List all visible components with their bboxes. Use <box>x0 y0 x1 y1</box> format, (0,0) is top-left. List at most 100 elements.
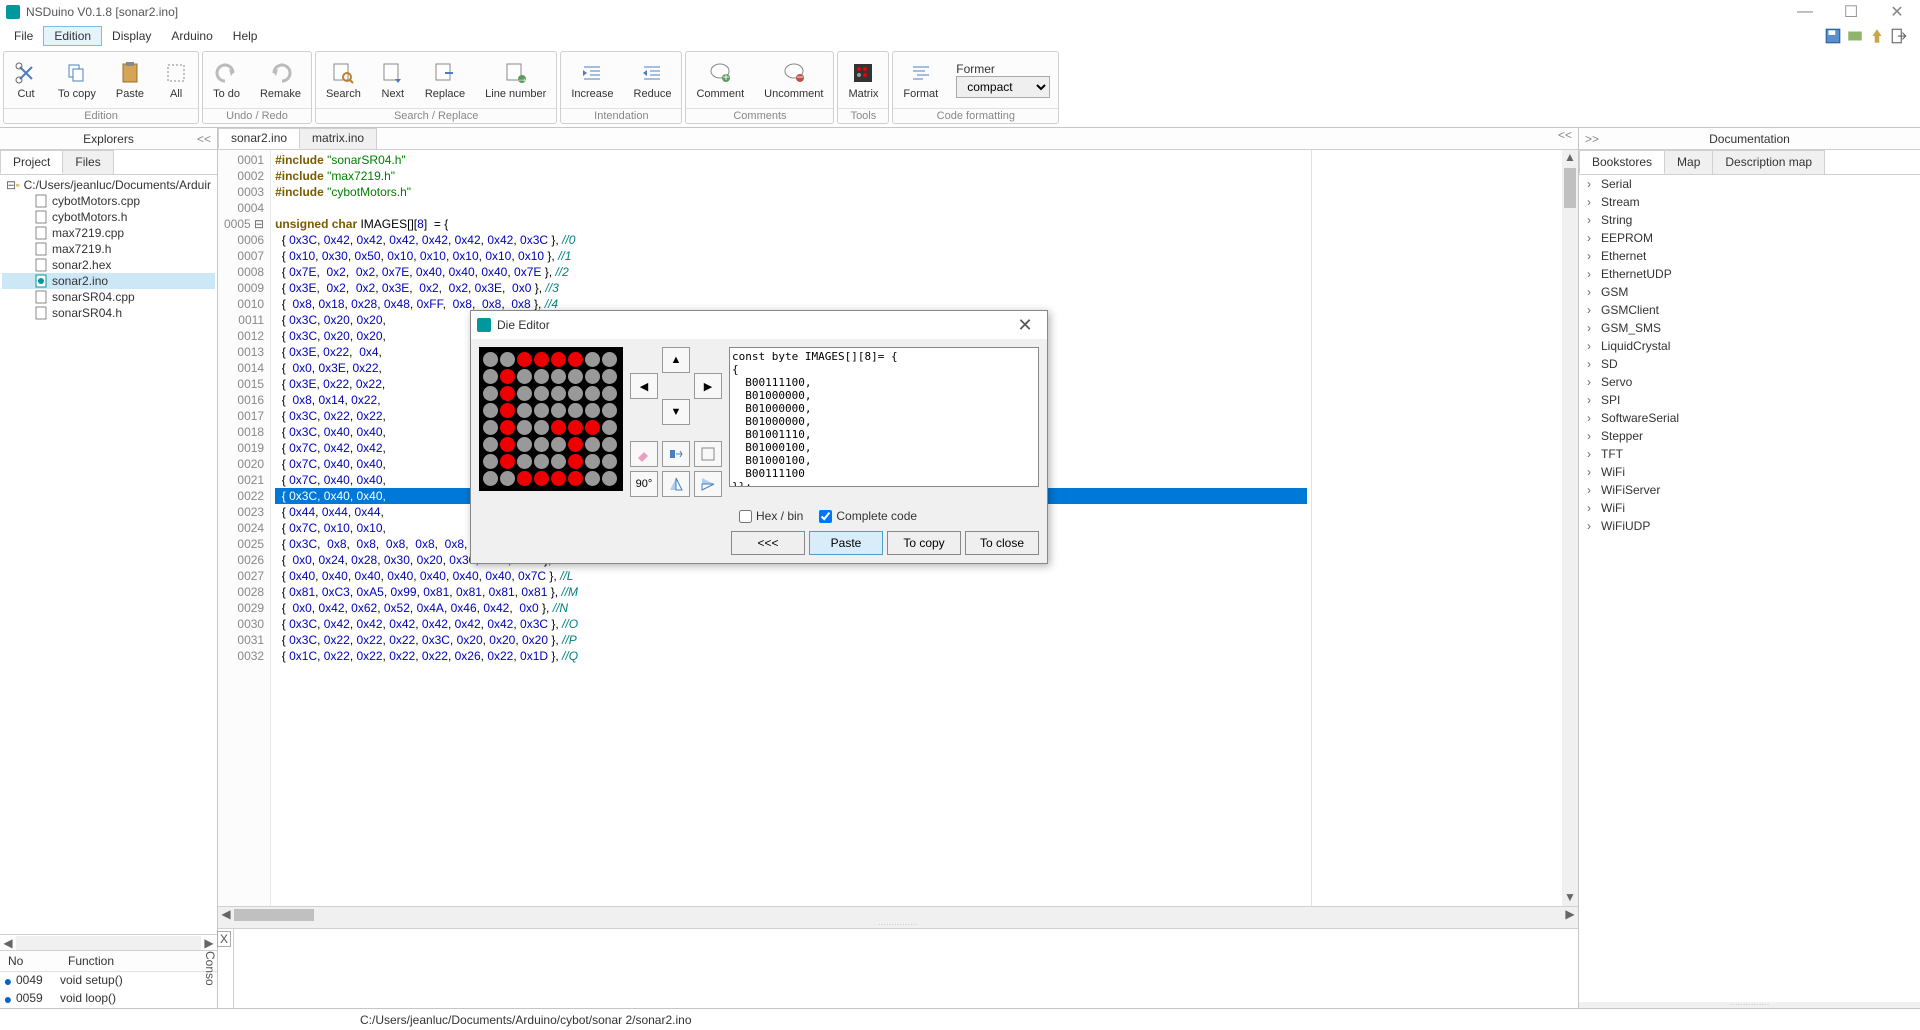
complete-code-checkbox[interactable]: Complete code <box>819 509 917 523</box>
docs-item[interactable]: ›LiquidCrystal <box>1579 337 1920 355</box>
titlebar: NSDuino V0.1.8 [sonar2.ino] — ☐ ✕ <box>0 0 1920 24</box>
former-select[interactable]: compact <box>956 76 1050 98</box>
tree-root[interactable]: ⊟ C:/Users/jeanluc/Documents/Arduir <box>2 177 215 193</box>
editor-vscroll[interactable]: ▲▼ <box>1562 150 1578 906</box>
format-button[interactable]: Format <box>893 52 948 108</box>
dialog-title: Die Editor <box>497 318 550 332</box>
shift-down-button[interactable]: ▼ <box>662 399 690 425</box>
menu-edition[interactable]: Edition <box>43 26 102 46</box>
docs-item[interactable]: ›TFT <box>1579 445 1920 463</box>
docs-item[interactable]: ›WiFi <box>1579 463 1920 481</box>
hex-bin-checkbox[interactable]: Hex / bin <box>739 509 803 523</box>
tab-files[interactable]: Files <box>62 150 113 174</box>
function-row[interactable]: ●0059void loop() <box>0 990 217 1008</box>
tree-file[interactable]: sonar2.ino <box>2 273 215 289</box>
matrix-button[interactable]: Matrix <box>838 52 888 108</box>
uncomment-button[interactable]: −Uncomment <box>754 52 833 108</box>
docs-item[interactable]: ›SoftwareSerial <box>1579 409 1920 427</box>
comment-button[interactable]: +Comment <box>686 52 754 108</box>
tree-file[interactable]: max7219.cpp <box>2 225 215 241</box>
copy-button[interactable]: To copy <box>48 52 106 108</box>
docs-item[interactable]: ›String <box>1579 211 1920 229</box>
tree-file[interactable]: cybotMotors.h <box>2 209 215 225</box>
all-button[interactable]: All <box>154 52 198 108</box>
docs-item[interactable]: ›Ethernet <box>1579 247 1920 265</box>
console-tab[interactable]: X Conso <box>218 929 234 1008</box>
docs-item[interactable]: ›WiFiServer <box>1579 481 1920 499</box>
docs-item[interactable]: ›SD <box>1579 355 1920 373</box>
tab-bookstores[interactable]: Bookstores <box>1579 150 1665 174</box>
docs-item[interactable]: ›Stream <box>1579 193 1920 211</box>
tab-map[interactable]: Map <box>1664 150 1713 174</box>
collapse-docs-icon[interactable]: >> <box>1585 132 1599 146</box>
replace-button[interactable]: Replace <box>415 52 475 108</box>
minimize-button[interactable]: — <box>1782 0 1828 24</box>
collapse-explorer-icon[interactable]: << <box>197 132 211 146</box>
menu-file[interactable]: File <box>4 27 43 45</box>
docs-item[interactable]: ›GSM <box>1579 283 1920 301</box>
next-button[interactable]: Next <box>371 52 415 108</box>
docs-item[interactable]: ›GSMClient <box>1579 301 1920 319</box>
tree-file[interactable]: cybotMotors.cpp <box>2 193 215 209</box>
menu-display[interactable]: Display <box>102 27 161 45</box>
menu-help[interactable]: Help <box>223 27 268 45</box>
tab-project[interactable]: Project <box>0 150 63 174</box>
shift-back-button[interactable]: <<< <box>731 531 805 555</box>
close-dialog-button[interactable]: To close <box>965 531 1039 555</box>
flip-v-button[interactable] <box>694 471 722 497</box>
shift-left-button[interactable]: ◀ <box>630 373 658 399</box>
ribbon-group-tools: Matrix Tools <box>837 51 889 124</box>
docs-item[interactable]: ›Serial <box>1579 175 1920 193</box>
tab-sonar2[interactable]: sonar2.ino <box>218 128 300 149</box>
flip-h-button[interactable] <box>662 471 690 497</box>
svg-text:→: → <box>516 71 528 85</box>
docs-item[interactable]: ›WiFiUDP <box>1579 517 1920 535</box>
exit-icon[interactable] <box>1890 27 1908 45</box>
docs-item[interactable]: ›Stepper <box>1579 427 1920 445</box>
board-icon[interactable] <box>1846 27 1864 45</box>
dialog-close-button[interactable]: ✕ <box>1003 315 1047 336</box>
tree-file[interactable]: sonarSR04.h <box>2 305 215 321</box>
tab-matrix[interactable]: matrix.ino <box>299 128 377 149</box>
docs-item[interactable]: ›SPI <box>1579 391 1920 409</box>
collapse-editor-icon[interactable]: << <box>1558 128 1572 142</box>
redo-button[interactable]: Remake <box>250 52 311 108</box>
function-row[interactable]: ●0049void setup() <box>0 972 217 990</box>
increase-indent-button[interactable]: Increase <box>561 52 623 108</box>
docs-item[interactable]: ›WiFi <box>1579 499 1920 517</box>
ribbon-label-codefmt: Code formatting <box>893 108 1058 123</box>
matrix-grid[interactable] <box>479 347 623 491</box>
undo-button[interactable]: To do <box>203 52 250 108</box>
docs-item[interactable]: ›EthernetUDP <box>1579 265 1920 283</box>
invert-button[interactable] <box>662 441 690 467</box>
tree-file[interactable]: max7219.h <box>2 241 215 257</box>
reduce-indent-button[interactable]: Reduce <box>624 52 682 108</box>
tree-file[interactable]: sonar2.hex <box>2 257 215 273</box>
tab-description-map[interactable]: Description map <box>1712 150 1825 174</box>
shift-right-button[interactable]: ▶ <box>694 373 722 399</box>
close-button[interactable]: ✕ <box>1874 0 1920 24</box>
paste-dialog-button[interactable]: Paste <box>809 531 883 555</box>
cut-button[interactable]: Cut <box>4 52 48 108</box>
ribbon-group-codefmt: Format Former compact Code formatting <box>892 51 1059 124</box>
paste-button[interactable]: Paste <box>106 52 154 108</box>
rotate-button[interactable]: 90° <box>630 471 658 497</box>
docs-item[interactable]: ›GSM_SMS <box>1579 319 1920 337</box>
upload-icon[interactable] <box>1868 27 1886 45</box>
dialog-titlebar[interactable]: Die Editor ✕ <box>471 311 1047 339</box>
docs-item[interactable]: ›Servo <box>1579 373 1920 391</box>
save-icon[interactable] <box>1824 27 1842 45</box>
dialog-code-text[interactable] <box>729 347 1039 487</box>
search-button[interactable]: Search <box>316 52 371 108</box>
erase-button[interactable] <box>630 441 658 467</box>
line-number-button[interactable]: →Line number <box>475 52 556 108</box>
shift-up-button[interactable]: ▲ <box>662 347 690 373</box>
docs-splitter[interactable]: ··············· <box>1579 1002 1920 1008</box>
tree-file[interactable]: sonarSR04.cpp <box>2 289 215 305</box>
explorer-hscroll[interactable]: ◀▶ <box>0 934 217 950</box>
clear-button[interactable] <box>694 441 722 467</box>
copy-dialog-button[interactable]: To copy <box>887 531 961 555</box>
maximize-button[interactable]: ☐ <box>1828 0 1874 24</box>
docs-item[interactable]: ›EEPROM <box>1579 229 1920 247</box>
menu-arduino[interactable]: Arduino <box>161 27 222 45</box>
